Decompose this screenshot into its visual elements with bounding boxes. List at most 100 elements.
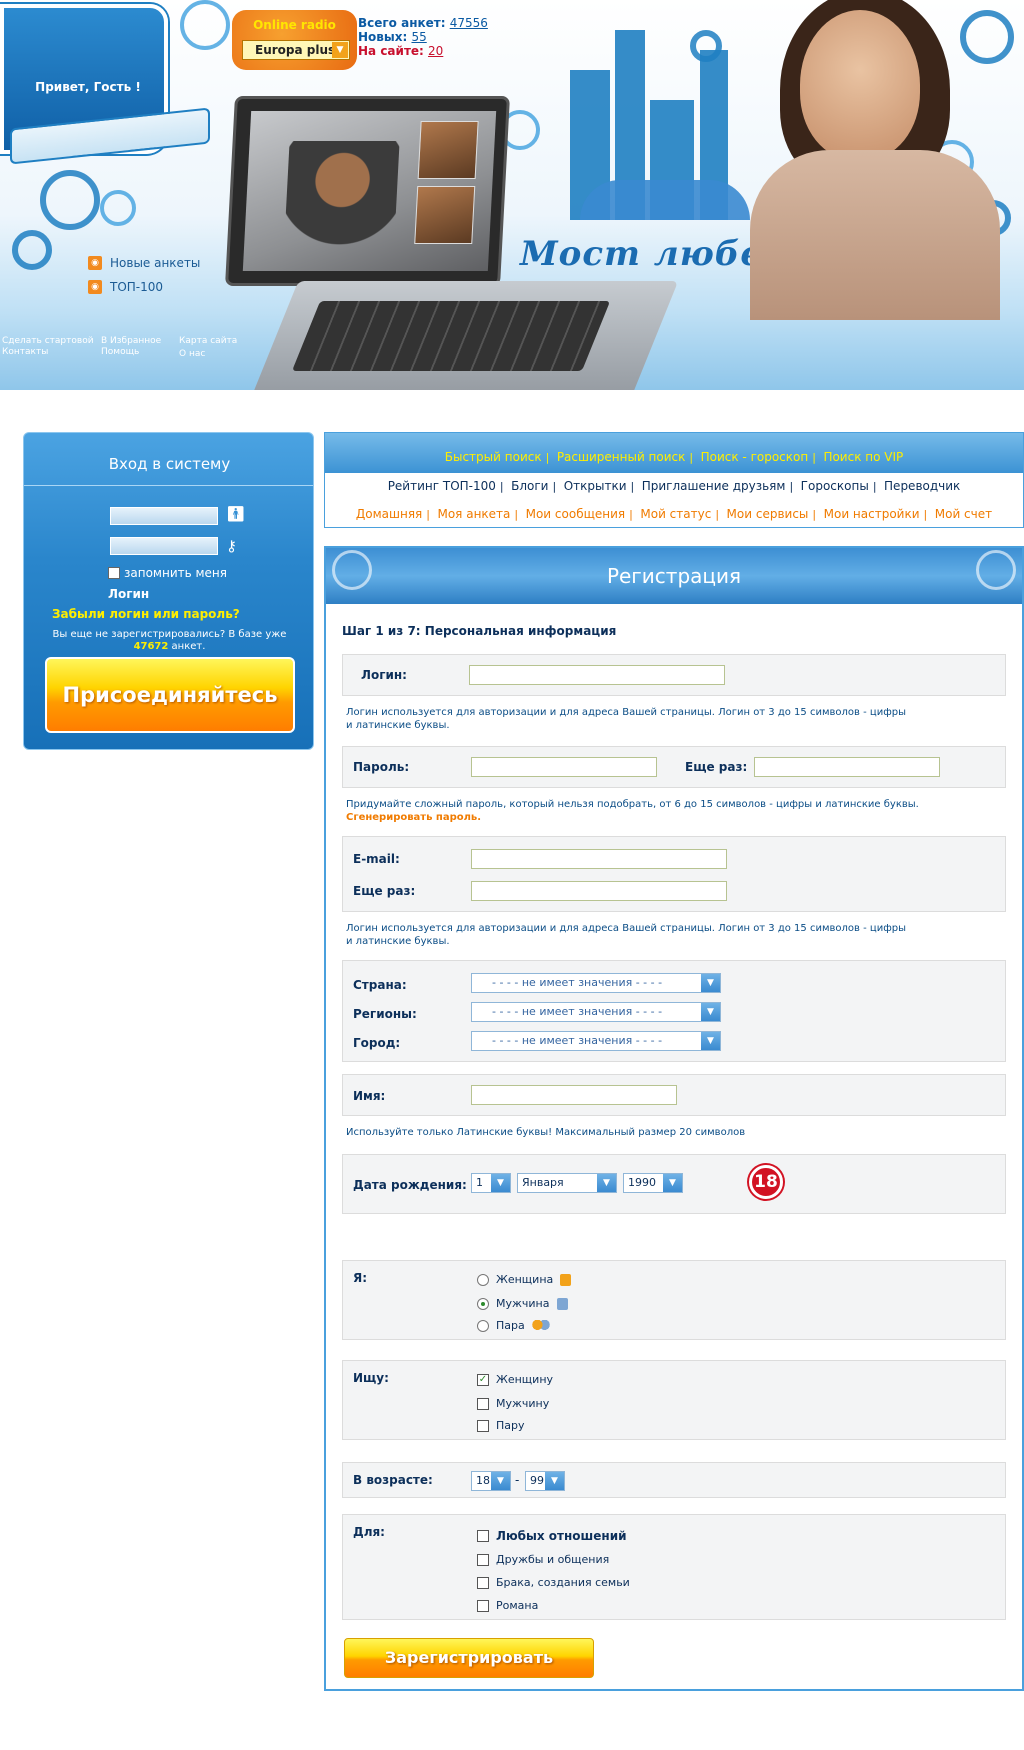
- nav-my-profile[interactable]: Моя анкета: [437, 507, 510, 521]
- radio-station-select[interactable]: Europa plus ▼: [242, 40, 350, 60]
- age-from-select[interactable]: 18 ▼: [471, 1471, 511, 1491]
- age-restriction-badge: 18: [749, 1165, 783, 1199]
- forgot-password-link[interactable]: Забыли логин или пароль?: [52, 607, 240, 621]
- seeking-label: Ищу:: [353, 1371, 389, 1385]
- password-input[interactable]: [471, 757, 657, 777]
- dob-year-select[interactable]: 1990 ▼: [623, 1173, 683, 1193]
- chevron-down-icon[interactable]: ▼: [491, 1174, 510, 1192]
- registration-form: Регистрация Шаг 1 из 7: Персональная инф…: [324, 546, 1024, 1691]
- checkbox[interactable]: [477, 1553, 489, 1566]
- chevron-down-icon[interactable]: ▼: [663, 1174, 682, 1192]
- checkbox[interactable]: [477, 1397, 489, 1410]
- reg-login-input[interactable]: [469, 665, 725, 685]
- chevron-down-icon[interactable]: ▼: [701, 974, 720, 992]
- checkbox[interactable]: [477, 1419, 489, 1432]
- nav-blogs[interactable]: Блоги: [511, 479, 548, 493]
- seek-woman-label: Женщину: [496, 1373, 554, 1386]
- purpose-marriage[interactable]: Брака, создания семьи: [477, 1576, 630, 1589]
- name-input[interactable]: [471, 1085, 677, 1105]
- main-navigation: Быстрый поиск | Расширенный поиск | Поиск …: [324, 432, 1024, 528]
- remember-me[interactable]: запомнить меня: [108, 566, 227, 580]
- new-link[interactable]: 55: [411, 30, 426, 44]
- favorites-link[interactable]: В Избранное: [101, 336, 161, 347]
- nav-my-services[interactable]: Мои сервисы: [727, 507, 809, 521]
- checkbox[interactable]: [477, 1599, 489, 1612]
- decor-swirl: [40, 170, 100, 230]
- chevron-down-icon[interactable]: ▼: [701, 1032, 720, 1050]
- make-home-link[interactable]: Сделать стартовой: [2, 336, 94, 347]
- email-fieldset: E-mail: Еще раз:: [342, 836, 1006, 912]
- radio-button[interactable]: [477, 1319, 489, 1332]
- nav-postcards[interactable]: Открытки: [564, 479, 627, 493]
- rss-icon: ◉: [88, 256, 102, 270]
- nav-top100[interactable]: Рейтинг ТОП-100: [388, 479, 496, 493]
- account-nav: Домашняя | Моя анкета | Мои сообщения | Мой…: [355, 507, 993, 521]
- help-link[interactable]: Помощь: [101, 347, 139, 358]
- seek-option-woman[interactable]: ✓ Женщину: [477, 1373, 553, 1386]
- nav-my-messages[interactable]: Мои сообщения: [526, 507, 626, 521]
- age-to-select[interactable]: 99 ▼: [525, 1471, 565, 1491]
- purpose-any[interactable]: Любых отношений: [477, 1529, 627, 1543]
- gender-option-couple[interactable]: Пара: [477, 1319, 550, 1332]
- greeting-text: Привет, Гость !: [35, 80, 141, 94]
- email-input[interactable]: [471, 849, 727, 869]
- seek-option-couple[interactable]: Пару: [477, 1419, 525, 1432]
- login-password-input[interactable]: [110, 537, 218, 555]
- purpose-romance[interactable]: Романа: [477, 1599, 538, 1612]
- remember-label: запомнить меня: [124, 566, 227, 580]
- feed-top100[interactable]: ◉ ТОП-100: [88, 280, 200, 294]
- city-select[interactable]: - - - - не имеет значения - - - - ▼: [471, 1031, 721, 1051]
- register-button[interactable]: Зарегистрировать: [344, 1638, 594, 1678]
- generate-password-link[interactable]: Сгенерировать пароль.: [346, 811, 919, 824]
- feed-new-profiles[interactable]: ◉ Новые анкеты: [88, 256, 200, 270]
- regions-select[interactable]: - - - - не имеет значения - - - - ▼: [471, 1002, 721, 1022]
- nav-my-settings[interactable]: Мои настройки: [824, 507, 920, 521]
- purpose-label: Для:: [353, 1525, 385, 1539]
- dob-day-select[interactable]: 1 ▼: [471, 1173, 511, 1193]
- checkbox-checked[interactable]: ✓: [477, 1373, 489, 1386]
- checkbox[interactable]: [477, 1576, 489, 1589]
- nav-translator[interactable]: Переводчик: [884, 479, 960, 493]
- total-link[interactable]: 47556: [450, 16, 488, 30]
- email-confirm-input[interactable]: [471, 881, 727, 901]
- online-link[interactable]: 20: [428, 44, 443, 58]
- nav-advanced-search[interactable]: Расширенный поиск: [557, 450, 686, 464]
- gender-option-woman[interactable]: Женщина: [477, 1273, 572, 1286]
- radio-button-selected[interactable]: [477, 1297, 489, 1310]
- checkbox[interactable]: [477, 1530, 489, 1542]
- sitemap-link[interactable]: Карта сайта: [179, 336, 237, 347]
- chevron-down-icon[interactable]: ▼: [597, 1174, 616, 1192]
- chevron-down-icon[interactable]: ▼: [491, 1472, 510, 1490]
- email-label: E-mail:: [353, 852, 400, 866]
- nav-my-status[interactable]: Мой статус: [640, 507, 711, 521]
- gender-option-man[interactable]: Мужчина: [477, 1297, 568, 1310]
- contacts-link[interactable]: Контакты: [2, 347, 48, 358]
- gender-fieldset: Я: Женщина Мужчина Пара: [342, 1260, 1006, 1340]
- join-button[interactable]: Присоединяйтесь: [45, 657, 295, 733]
- country-select[interactable]: - - - - не имеет значения - - - - ▼: [471, 973, 721, 993]
- chevron-down-icon[interactable]: ▼: [701, 1003, 720, 1021]
- password-confirm-input[interactable]: [754, 757, 940, 777]
- nav-vip-search[interactable]: Поиск по VIP: [823, 450, 903, 464]
- nav-my-account[interactable]: Мой счет: [935, 507, 992, 521]
- email-hint: Логин используется для авторизации и для…: [346, 922, 906, 948]
- chevron-down-icon[interactable]: ▼: [332, 42, 348, 58]
- purpose-friendship[interactable]: Дружбы и общения: [477, 1553, 609, 1566]
- login-username-input[interactable]: [110, 507, 218, 525]
- login-button[interactable]: Логин: [108, 587, 149, 601]
- login-hint-line1: Логин используется для авторизации и для…: [346, 707, 906, 718]
- nav-invite[interactable]: Приглашение друзьям: [642, 479, 786, 493]
- remember-checkbox[interactable]: [108, 567, 120, 579]
- nav-quick-search[interactable]: Быстрый поиск: [445, 450, 542, 464]
- login-label: Логин:: [361, 668, 407, 682]
- nav-home[interactable]: Домашняя: [356, 507, 422, 521]
- age-range-label: В возрасте:: [353, 1473, 433, 1487]
- nav-horoscopes[interactable]: Гороскопы: [801, 479, 869, 493]
- about-link[interactable]: О нас: [179, 349, 205, 360]
- dob-month-select[interactable]: Января ▼: [517, 1173, 617, 1193]
- total-label: Всего анкет:: [358, 16, 446, 30]
- nav-horoscope-search[interactable]: Поиск - гороскоп: [701, 450, 809, 464]
- chevron-down-icon[interactable]: ▼: [545, 1472, 564, 1490]
- seek-option-man[interactable]: Мужчину: [477, 1397, 549, 1410]
- radio-button[interactable]: [477, 1273, 489, 1286]
